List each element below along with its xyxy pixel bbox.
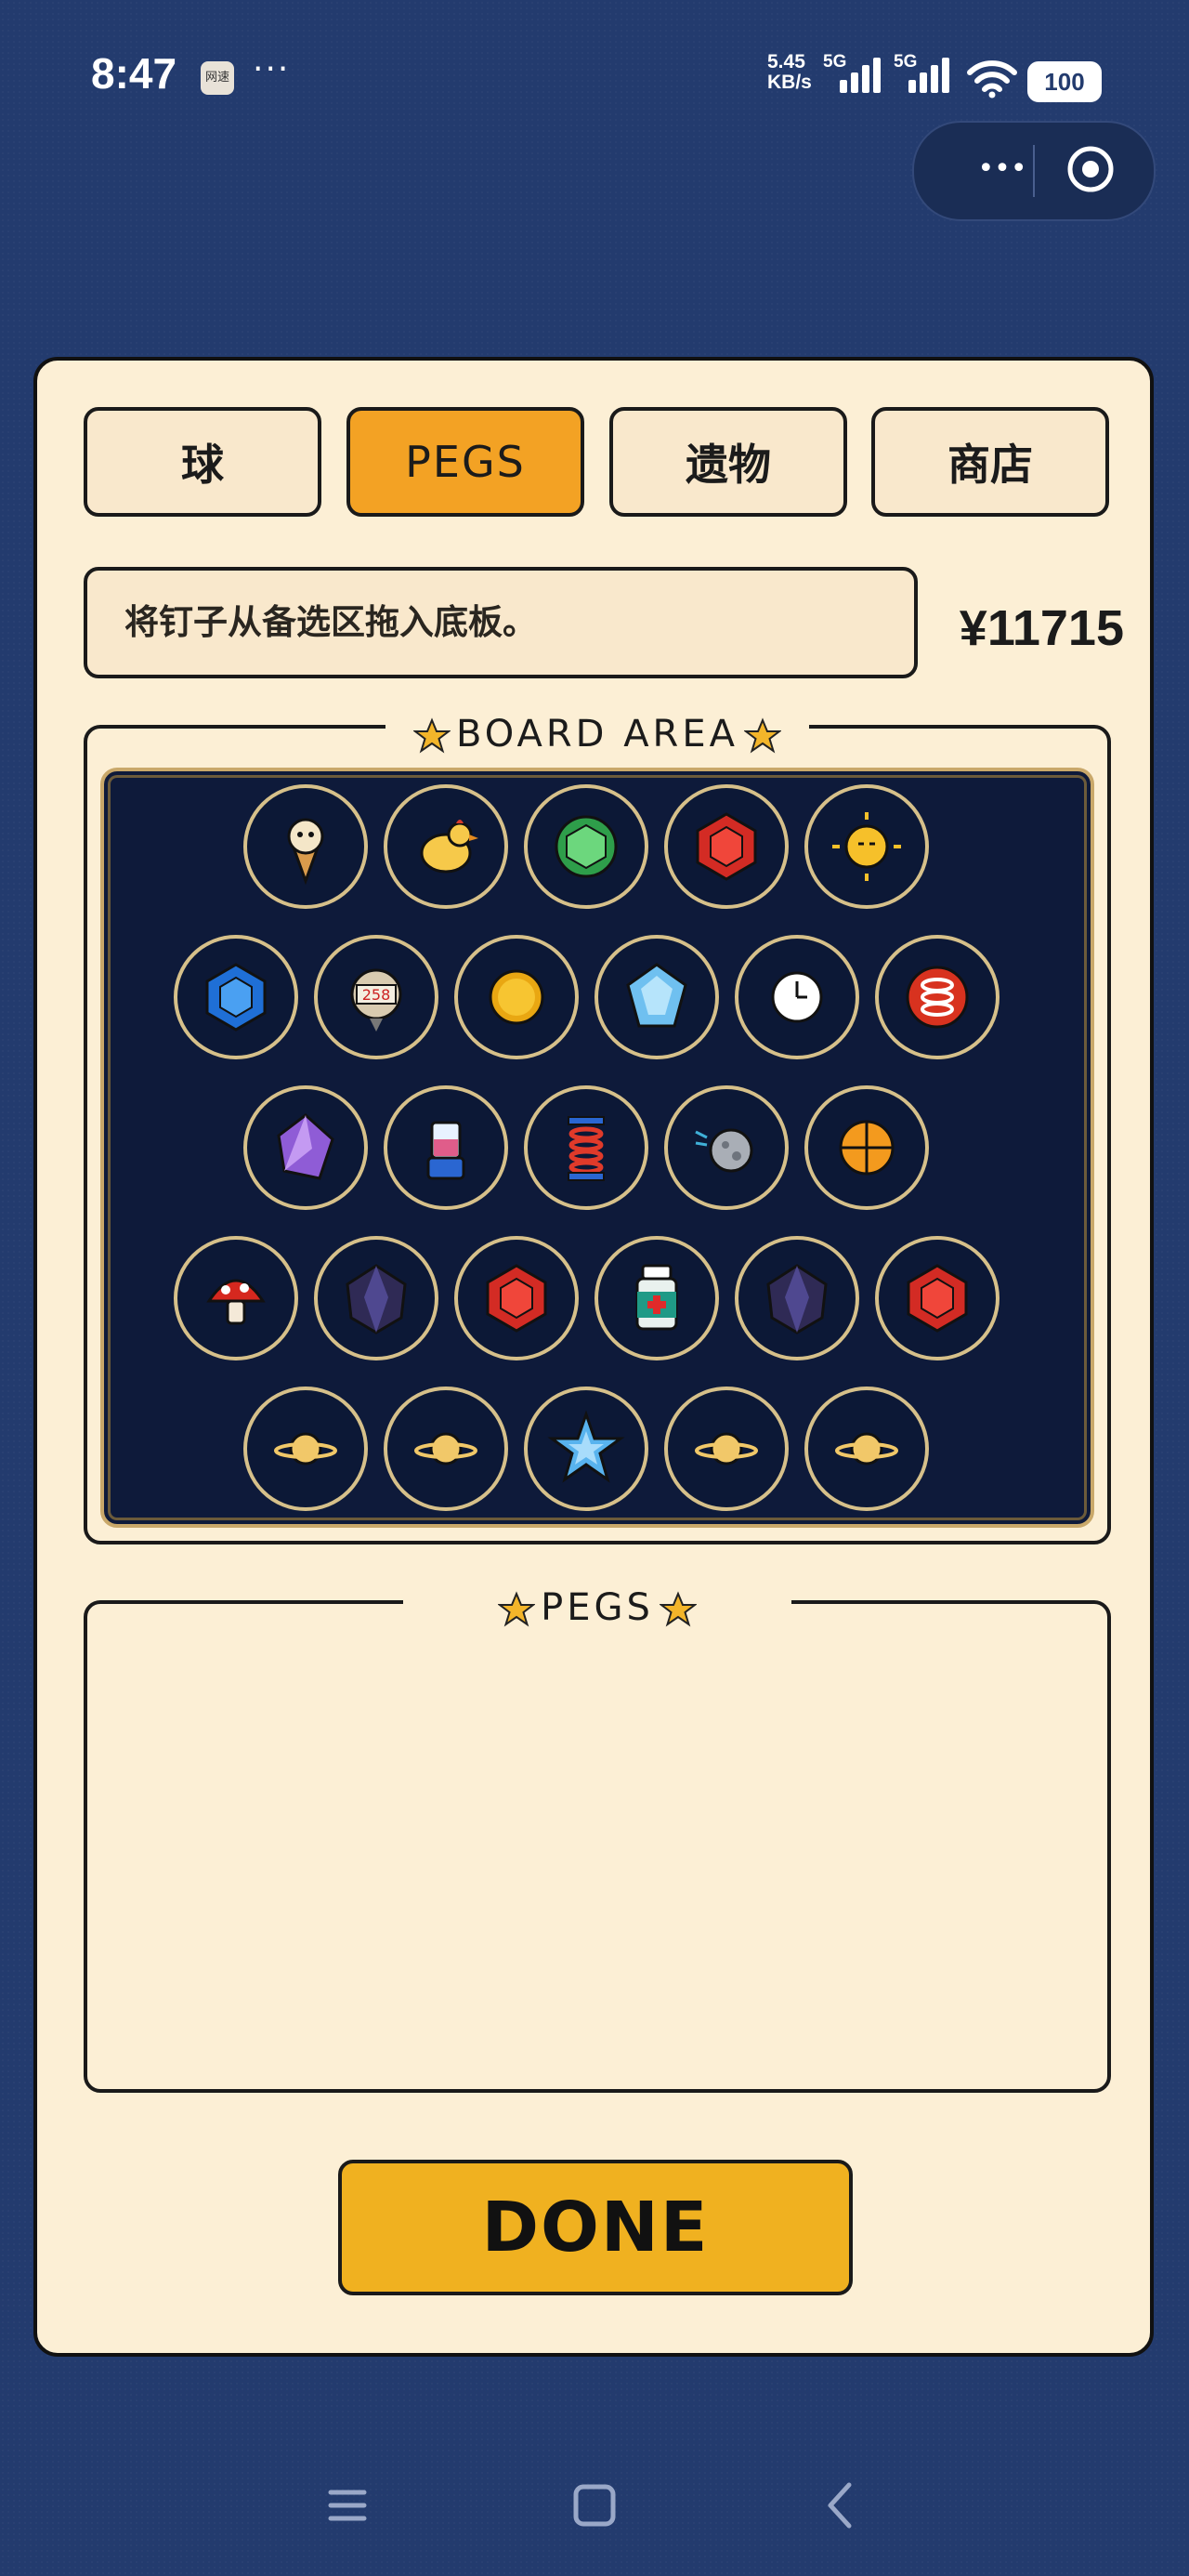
- peg-blue-gem[interactable]: [174, 935, 298, 1059]
- peg-dark-crystal[interactable]: [314, 1236, 438, 1360]
- peg-blue-star[interactable]: [524, 1387, 648, 1511]
- red-spring-icon: [906, 966, 969, 1029]
- mushroom-icon: [206, 1279, 266, 1325]
- peg-gold-coin[interactable]: [454, 935, 579, 1059]
- orange-slice-icon: [839, 1120, 895, 1176]
- instruction-box: 将钉子从备选区拖入底板。: [84, 567, 918, 678]
- dark-crystal-icon: [346, 1264, 407, 1334]
- peg-moon-rock[interactable]: [664, 1085, 789, 1210]
- system-nav-bar: [0, 2435, 1189, 2576]
- purple-crystal-icon: [277, 1113, 334, 1180]
- board-area-section: 258: [84, 725, 1111, 1544]
- peg-purple-crystal[interactable]: [243, 1085, 368, 1210]
- planet-icon: [835, 1432, 898, 1465]
- peg-counter-258[interactable]: 258: [314, 935, 438, 1059]
- tab-bar: 球 PEGS 遗物 商店: [84, 407, 1111, 520]
- more-notifications-icon: ···: [253, 50, 291, 88]
- peg-medicine-bottle[interactable]: [594, 1236, 719, 1360]
- ice-cream-icon: [287, 818, 324, 886]
- wifi-icon: [967, 60, 1017, 99]
- peg-planet[interactable]: [664, 1387, 789, 1511]
- blue-star-icon: [547, 1410, 625, 1483]
- red-gem-icon: [696, 812, 757, 881]
- peg-mushroom[interactable]: [174, 1236, 298, 1360]
- clock-time: 8:47: [91, 49, 177, 98]
- spring-icon: [568, 1116, 605, 1181]
- peg-red-spring[interactable]: [875, 935, 1000, 1059]
- pegs-inventory-area[interactable]: [84, 1600, 1111, 2093]
- diamond-icon: [626, 963, 687, 1028]
- peg-green-gem[interactable]: [524, 784, 648, 909]
- planet-icon: [695, 1432, 758, 1465]
- peg-red-gem[interactable]: [664, 784, 789, 909]
- peg-blender[interactable]: [384, 1085, 508, 1210]
- chicken-icon: [420, 820, 478, 874]
- signal-icon: 5G: [823, 52, 881, 97]
- sun-face-icon: [832, 812, 901, 881]
- peg-orange-slice[interactable]: [804, 1085, 929, 1210]
- peg-chicken[interactable]: [384, 784, 508, 909]
- home-icon[interactable]: [561, 2472, 628, 2539]
- blue-gem-icon: [205, 963, 267, 1032]
- signal-label: 5G: [823, 52, 847, 72]
- dark-crystal-icon: [766, 1264, 828, 1334]
- mini-program-capsule: •••: [912, 121, 1156, 221]
- gold-coin-icon: [489, 969, 544, 1025]
- notification-app-icon: 网速: [201, 61, 234, 95]
- more-icon[interactable]: •••: [970, 151, 1035, 188]
- peg-red-gem[interactable]: [454, 1236, 579, 1360]
- network-speed: 5.45 KB/s: [767, 52, 812, 93]
- money-counter: ¥11715: [959, 600, 1124, 656]
- main-panel: 球 PEGS 遗物 商店 将钉子从备选区拖入底板。 ¥11715 258 BOA…: [33, 357, 1154, 2357]
- status-bar: 8:47 网速 ··· 5.45 KB/s 5G 5G 100: [0, 0, 1189, 139]
- red-gem-icon: [907, 1264, 968, 1333]
- tab-balls[interactable]: 球: [84, 407, 321, 517]
- signal-label: 5G: [894, 52, 918, 72]
- tab-pegs[interactable]: PEGS: [346, 407, 584, 517]
- planet-icon: [274, 1432, 337, 1465]
- capsule-divider: [1033, 145, 1035, 197]
- peg-clock[interactable]: [735, 935, 859, 1059]
- peg-planet[interactable]: [243, 1387, 368, 1511]
- net-speed-unit: KB/s: [767, 72, 812, 93]
- medicine-bottle-icon: [635, 1264, 678, 1331]
- counter-text: 258: [362, 986, 391, 1004]
- tab-shop[interactable]: 商店: [871, 407, 1109, 517]
- peg-ice-cream[interactable]: [243, 784, 368, 909]
- planet-icon: [414, 1432, 477, 1465]
- peg-spring[interactable]: [524, 1085, 648, 1210]
- signal-icon: 5G: [894, 52, 949, 97]
- target-icon[interactable]: [1066, 145, 1115, 193]
- battery-icon: 100: [1027, 61, 1102, 102]
- peg-diamond[interactable]: [594, 935, 719, 1059]
- back-icon[interactable]: [808, 2472, 875, 2539]
- moon-rock-icon: [695, 1128, 753, 1173]
- blender-icon: [426, 1121, 465, 1180]
- peg-red-gem[interactable]: [875, 1236, 1000, 1360]
- done-button[interactable]: DONE: [338, 2160, 853, 2295]
- menu-icon[interactable]: [314, 2472, 381, 2539]
- peg-dark-crystal[interactable]: [735, 1236, 859, 1360]
- tab-relics[interactable]: 遗物: [609, 407, 847, 517]
- net-speed-value: 5.45: [767, 51, 805, 72]
- peg-planet[interactable]: [384, 1387, 508, 1511]
- green-gem-icon: [555, 815, 618, 878]
- counter-258-icon: 258: [350, 968, 402, 1032]
- peg-sun-face[interactable]: [804, 784, 929, 909]
- red-gem-icon: [486, 1264, 547, 1333]
- clock-icon: [771, 971, 823, 1023]
- board-area: 258: [100, 768, 1094, 1528]
- peg-planet[interactable]: [804, 1387, 929, 1511]
